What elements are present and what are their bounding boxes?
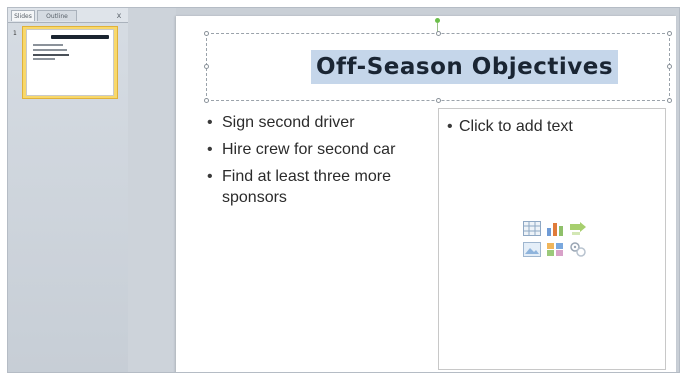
slides-pane: Slides Outline x 1 bbox=[8, 8, 129, 372]
slide-thumbnail[interactable] bbox=[26, 29, 114, 96]
insert-content-icons bbox=[523, 221, 589, 261]
insert-clipart-icon[interactable] bbox=[546, 242, 564, 257]
tab-slides[interactable]: Slides bbox=[11, 10, 35, 21]
thumbnail-text-line bbox=[33, 44, 63, 46]
resize-handle-top-right[interactable] bbox=[667, 31, 672, 36]
thumbnail-text-line bbox=[33, 54, 69, 56]
content-placeholder-right[interactable]: Click to add text bbox=[438, 108, 666, 370]
placeholder-prompt[interactable]: Click to add text bbox=[447, 117, 573, 137]
bullet-item[interactable]: Find at least three more sponsors bbox=[204, 166, 444, 208]
bullet-item[interactable]: Sign second driver bbox=[204, 112, 444, 133]
editing-area-background bbox=[128, 8, 176, 372]
pane-tab-strip: Slides Outline x bbox=[8, 8, 128, 23]
powerpoint-window: Slides Outline x 1 Off-Season Objectives bbox=[7, 7, 680, 373]
bullet-item[interactable]: Hire crew for second car bbox=[204, 139, 444, 160]
slide-number: 1 bbox=[13, 30, 17, 37]
thumbnail-text-line bbox=[33, 49, 67, 51]
resize-handle-bottom-right[interactable] bbox=[667, 98, 672, 103]
tab-outline[interactable]: Outline bbox=[37, 10, 77, 21]
resize-handle-left[interactable] bbox=[204, 64, 209, 69]
title-placeholder[interactable]: Off-Season Objectives bbox=[204, 31, 672, 103]
content-placeholder-left[interactable]: Sign second driver Hire crew for second … bbox=[204, 112, 444, 312]
insert-media-icon[interactable] bbox=[569, 242, 587, 257]
slide-canvas[interactable]: Off-Season Objectives Sign second driver… bbox=[176, 16, 676, 372]
insert-picture-icon[interactable] bbox=[523, 242, 541, 257]
insert-smartart-icon[interactable] bbox=[569, 221, 587, 236]
rotation-handle[interactable] bbox=[435, 18, 440, 23]
slide-title[interactable]: Off-Season Objectives bbox=[311, 50, 619, 84]
resize-handle-bottom[interactable] bbox=[436, 98, 441, 103]
resize-handle-bottom-left[interactable] bbox=[204, 98, 209, 103]
resize-handle-top-left[interactable] bbox=[204, 31, 209, 36]
thumbnail-title-line bbox=[51, 35, 109, 39]
thumbnail-text-line bbox=[33, 58, 55, 60]
insert-chart-icon[interactable] bbox=[546, 221, 564, 236]
resize-handle-top[interactable] bbox=[436, 31, 441, 36]
insert-table-icon[interactable] bbox=[523, 221, 541, 236]
close-pane-icon[interactable]: x bbox=[114, 10, 124, 21]
resize-handle-right[interactable] bbox=[667, 64, 672, 69]
